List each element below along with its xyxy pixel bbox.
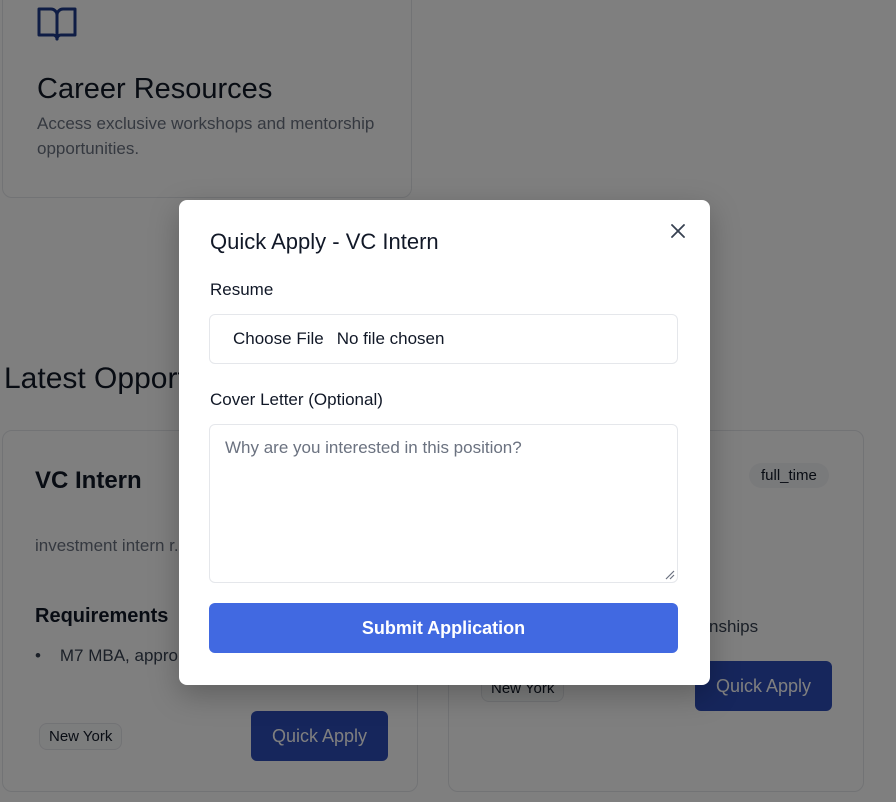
- resume-file-input[interactable]: Choose File No file chosen: [209, 314, 678, 364]
- resume-label: Resume: [210, 280, 274, 299]
- resize-grip-icon[interactable]: [664, 569, 675, 580]
- cover-letter-label: Cover Letter (Optional): [210, 390, 383, 409]
- submit-application-button[interactable]: Submit Application: [209, 603, 678, 653]
- close-button[interactable]: [667, 220, 689, 242]
- cover-letter-textarea[interactable]: [209, 424, 678, 583]
- file-status-text: No file chosen: [336, 329, 445, 348]
- quick-apply-modal: Quick Apply - VC Intern Resume Choose Fi…: [179, 200, 710, 685]
- modal-title: Quick Apply - VC Intern: [210, 229, 439, 254]
- choose-file-button[interactable]: Choose File: [233, 329, 324, 349]
- close-icon: [671, 224, 685, 238]
